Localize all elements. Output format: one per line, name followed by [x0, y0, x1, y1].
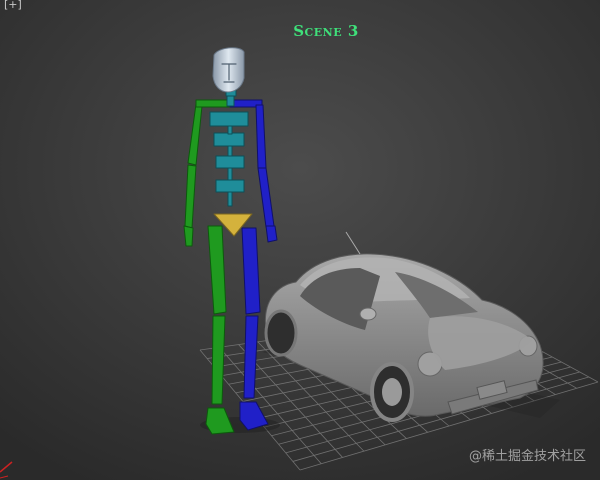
car-side-mirror: [359, 307, 377, 321]
scene-title: Scene 3: [293, 22, 359, 40]
viewport-scene[interactable]: [0, 0, 600, 480]
watermark: @稀土掘金技术社区: [468, 449, 586, 464]
3d-viewport[interactable]: [+] Scene 3 @稀土掘金技术社区: [0, 0, 600, 480]
biped-left-clavicle[interactable]: [195, 99, 231, 108]
car-front-hubcap: [382, 378, 402, 406]
car-rear-wheel: [264, 309, 298, 357]
viewport-label[interactable]: [+]: [4, 0, 22, 11]
